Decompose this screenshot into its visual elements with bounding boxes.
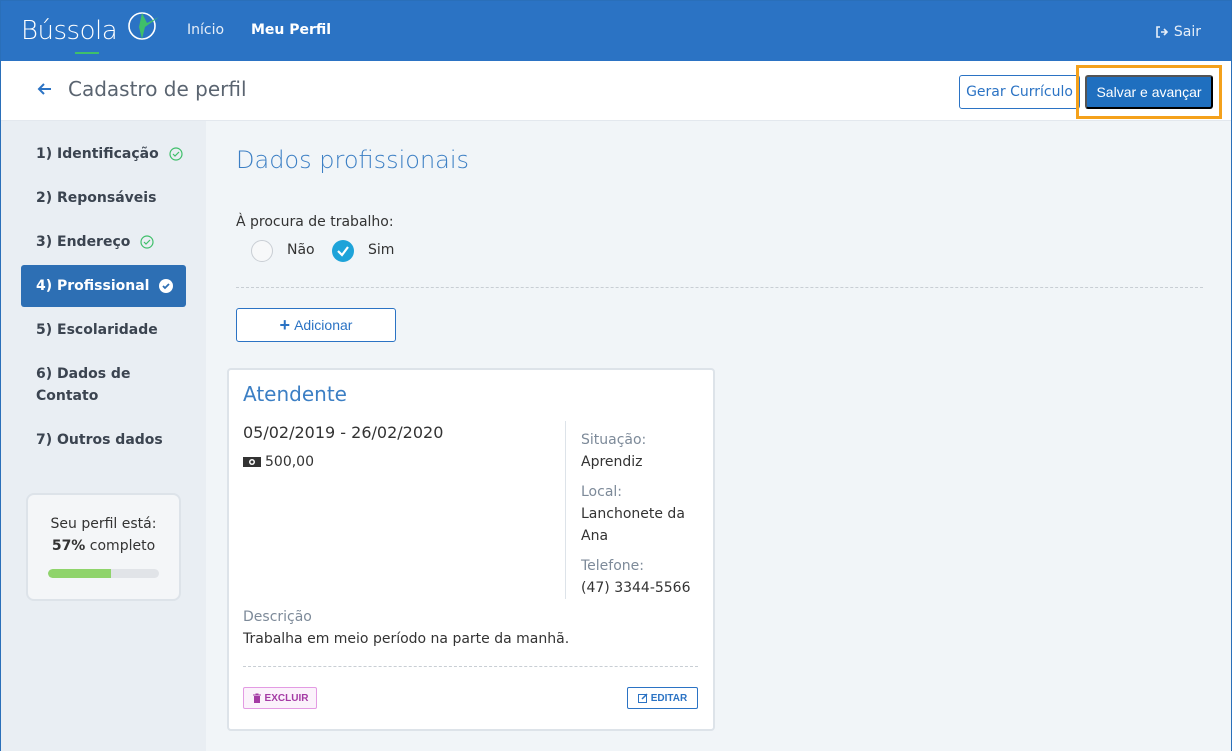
descricao-value: Trabalha em meio período na parte da man… bbox=[243, 631, 570, 647]
progress-caption: Seu perfil está: bbox=[50, 516, 157, 532]
step-label: 7) Outros dados bbox=[36, 432, 163, 448]
sidebar-step-responsaveis[interactable]: 2) Reponsáveis bbox=[21, 187, 186, 209]
section-divider bbox=[236, 287, 1203, 288]
progress-suffix: completo bbox=[89, 538, 156, 554]
check-icon bbox=[337, 246, 349, 257]
step-label: 5) Escolaridade bbox=[36, 322, 158, 338]
add-experience-button[interactable]: + Adicionar bbox=[236, 308, 396, 342]
nav-link-meu-perfil[interactable]: Meu Perfil bbox=[251, 21, 331, 39]
job-search-question: À procura de trabalho: bbox=[236, 214, 394, 230]
radio-nao-label[interactable]: Não bbox=[287, 242, 315, 258]
radio-sim[interactable] bbox=[332, 240, 354, 262]
app-logo[interactable]: Bússola bbox=[21, 11, 118, 51]
logout-button[interactable]: Sair bbox=[1155, 24, 1201, 40]
logout-label: Sair bbox=[1173, 24, 1201, 40]
local-label: Local: bbox=[581, 484, 623, 500]
card-vertical-divider bbox=[565, 421, 566, 599]
trash-icon bbox=[252, 693, 261, 703]
money-icon bbox=[243, 457, 261, 467]
logo-underline bbox=[75, 52, 99, 54]
delete-experience-button[interactable]: EXCLUIR bbox=[243, 687, 317, 709]
progress-percent: 57% bbox=[51, 538, 86, 554]
save-and-continue-button[interactable]: Salvar e avançar bbox=[1085, 75, 1213, 109]
sidebar-step-profissional[interactable]: 4) Profissional bbox=[21, 265, 186, 307]
check-circle-icon bbox=[169, 147, 183, 161]
sidebar-step-escolaridade[interactable]: 5) Escolaridade bbox=[21, 319, 186, 341]
job-dates: 05/02/2019 - 26/02/2020 bbox=[243, 423, 444, 442]
situacao-value: Aprendiz bbox=[581, 454, 643, 470]
back-arrow-icon[interactable] bbox=[37, 81, 53, 97]
progress-bar-fill bbox=[48, 569, 112, 578]
step-label: 3) Endereço bbox=[36, 234, 131, 250]
delete-label: EXCLUIR bbox=[264, 692, 309, 704]
telefone-value: (47) 3344-5566 bbox=[581, 580, 691, 596]
step-label: 1) Identificação bbox=[36, 146, 159, 162]
page-title: Cadastro de perfil bbox=[68, 77, 247, 101]
descricao-label: Descrição bbox=[243, 609, 312, 625]
section-title: Dados profissionais bbox=[236, 146, 470, 174]
job-title: Atendente bbox=[243, 382, 347, 406]
profile-progress-card: Seu perfil está: 57% completo bbox=[26, 493, 181, 601]
edit-label: EDITAR bbox=[650, 692, 688, 704]
progress-bar bbox=[48, 569, 159, 578]
compass-logo-icon bbox=[128, 12, 159, 40]
card-divider bbox=[243, 666, 698, 667]
sidebar-step-endereco[interactable]: 3) Endereço bbox=[21, 231, 186, 253]
step-label: 4) Profissional bbox=[36, 278, 150, 294]
salary-value: 500,00 bbox=[265, 454, 314, 470]
radio-sim-label[interactable]: Sim bbox=[368, 242, 394, 258]
nav-link-inicio[interactable]: Início bbox=[187, 21, 224, 39]
check-circle-icon bbox=[140, 235, 154, 249]
edit-experience-button[interactable]: EDITAR bbox=[627, 687, 698, 709]
radio-nao[interactable] bbox=[251, 240, 273, 262]
sidebar-step-identificacao[interactable]: 1) Identificação bbox=[21, 143, 186, 165]
sidebar-step-outros-dados[interactable]: 7) Outros dados bbox=[21, 429, 186, 451]
edit-icon bbox=[637, 693, 648, 703]
step-label: 2) Reponsáveis bbox=[36, 190, 157, 206]
top-navbar: Bússola Início Meu Perfil Sair bbox=[1, 1, 1231, 61]
check-circle-filled-icon bbox=[159, 279, 174, 293]
plus-icon: + bbox=[279, 315, 291, 335]
logout-icon bbox=[1156, 26, 1169, 38]
generate-resume-button[interactable]: Gerar Currículo bbox=[959, 75, 1080, 109]
add-button-label: Adicionar bbox=[294, 317, 353, 333]
step-label: 6) Dados de Contato bbox=[36, 366, 131, 404]
telefone-label: Telefone: bbox=[581, 558, 644, 574]
job-salary: 500,00 bbox=[243, 454, 314, 470]
local-value: Lanchonete da Ana bbox=[581, 506, 685, 544]
sidebar-step-dados-contato[interactable]: 6) Dados de Contato bbox=[21, 363, 141, 407]
situacao-label: Situação: bbox=[581, 432, 647, 448]
progress-summary: 57% completo bbox=[28, 535, 179, 557]
